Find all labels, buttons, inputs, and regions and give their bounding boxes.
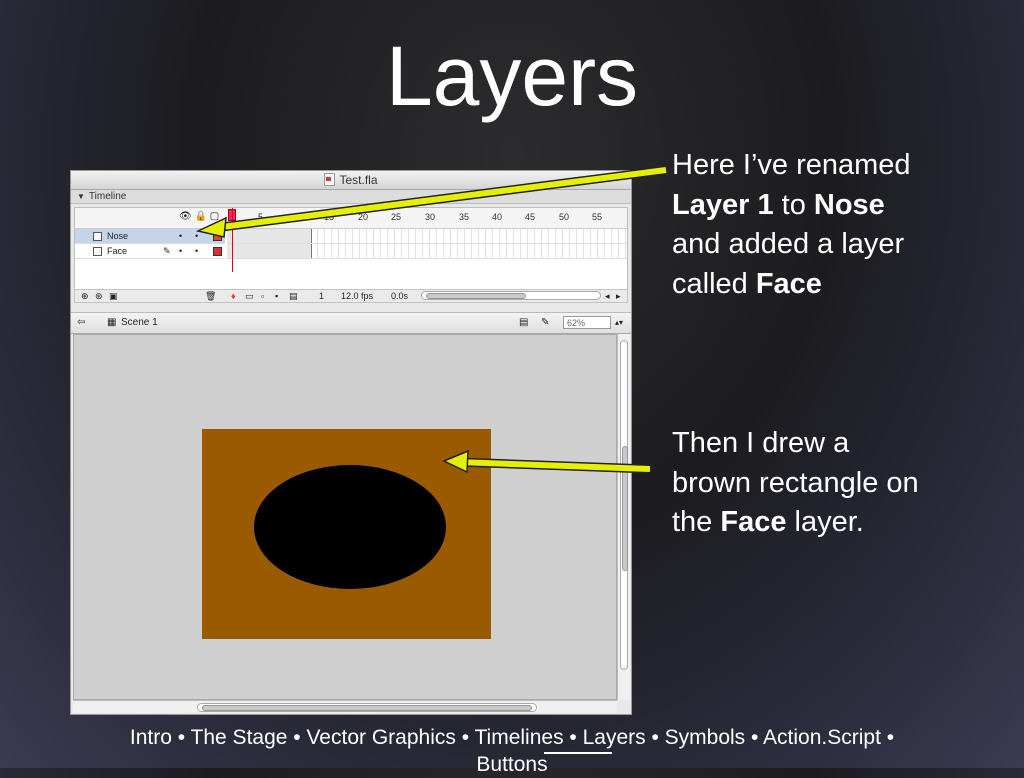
timeline-area: 👁 🔒 ▢ 5 10 15 20 25 30 35 40 45 50 55 No… — [74, 207, 628, 291]
edit-scene-icon[interactable]: ▤ — [519, 313, 528, 333]
scene-name[interactable]: Scene 1 — [121, 313, 158, 333]
current-frame: 1 — [319, 291, 325, 301]
lock-dot[interactable]: • — [195, 244, 198, 259]
layer-row-face[interactable]: Face ✎ • • — [75, 244, 627, 259]
callout-line: brown rectangle on — [672, 466, 919, 499]
edit-multiple-icon[interactable]: ▪ — [275, 290, 278, 302]
ruler-tick: 15 — [324, 212, 335, 222]
layer-name[interactable]: Face — [107, 246, 127, 256]
ruler-tick: 30 — [425, 212, 436, 222]
footer-nav-wrap[interactable]: Buttons — [0, 751, 1024, 778]
timeline-hscroll[interactable] — [421, 291, 601, 300]
scene-icon: ▦ — [107, 317, 117, 328]
slide-title: Layers — [385, 29, 639, 123]
callout-rectangle: Then I drew a brown rectangle on the Fac… — [672, 424, 919, 543]
callout-line: the Face layer. — [672, 503, 919, 543]
stage-vscroll[interactable] — [617, 334, 630, 700]
layer-name[interactable]: Nose — [107, 231, 128, 241]
onion-skin-icon[interactable]: ▭ — [245, 290, 254, 302]
ruler-tick: 45 — [525, 212, 536, 222]
timeline-label: Timeline — [88, 191, 127, 202]
visibility-dot[interactable]: • — [179, 229, 182, 244]
ruler-tick: 25 — [391, 212, 402, 222]
callout-text: called — [672, 267, 756, 300]
onion-outline-icon[interactable]: ▫ — [261, 290, 264, 302]
add-layer-icon[interactable]: ⊕ — [81, 290, 89, 302]
center-frame-icon[interactable]: ♦ — [231, 290, 236, 302]
callout-bold: Face — [720, 506, 787, 538]
flash-window: Test.fla ▼ Timeline 👁 🔒 ▢ 5 10 15 20 25 3… — [70, 170, 632, 715]
zoom-dropdown-icon[interactable]: ▴▾ — [615, 313, 623, 333]
callout-line: Here I’ve renamed — [672, 149, 911, 181]
playhead-line — [232, 208, 233, 272]
add-guide-icon[interactable]: ⊛ — [95, 290, 103, 302]
layer-row-nose[interactable]: Nose • • — [75, 229, 627, 244]
layer-icon — [93, 247, 102, 256]
document-icon — [324, 173, 336, 187]
ruler-tick: 35 — [459, 212, 470, 222]
ruler-tick: 40 — [492, 212, 503, 222]
scroll-left-icon[interactable]: ◂ — [605, 290, 610, 302]
layer-color-swatch[interactable] — [213, 232, 222, 241]
vscroll-thumb[interactable] — [622, 446, 628, 571]
callout-rename: Here I’ve renamed Layer 1 to Nose and ad… — [672, 146, 911, 304]
frame-rate: 12.0 fps — [341, 291, 374, 301]
edit-symbol-icon[interactable]: ✎ — [541, 313, 549, 333]
layer-visibility-icons[interactable]: 👁 🔒 ▢ — [179, 211, 219, 222]
onion-markers-icon[interactable]: ▤ — [289, 290, 298, 302]
ruler-tick: 50 — [559, 212, 570, 222]
callout-line: and added a layer — [672, 228, 905, 260]
pencil-icon: ✎ — [163, 246, 171, 256]
visibility-dot[interactable]: • — [179, 244, 182, 259]
callout-bold: Nose — [813, 188, 885, 221]
zoom-input[interactable]: 62% — [563, 316, 611, 329]
ruler-tick: 10 — [290, 212, 301, 222]
callout-text: the — [672, 506, 721, 538]
ruler-tick: 55 — [592, 212, 603, 222]
layer-icon — [93, 232, 102, 241]
layer-frames[interactable] — [227, 244, 627, 259]
callout-bold: Layer 1 — [672, 188, 774, 221]
layer-color-swatch[interactable] — [213, 247, 222, 256]
brown-rectangle[interactable] — [202, 429, 491, 639]
layer-frames[interactable] — [227, 229, 627, 244]
timeline-ruler[interactable]: 👁 🔒 ▢ 5 10 15 20 25 30 35 40 45 50 55 — [75, 208, 627, 229]
callout-line: Layer 1 to Nose — [672, 186, 911, 226]
slide-footer-nav: Intro • The Stage • Vector Graphics • Ti… — [0, 724, 1024, 778]
callout-text: to — [773, 188, 814, 221]
add-folder-icon[interactable]: ▣ — [109, 290, 118, 302]
stage[interactable] — [73, 334, 617, 700]
callout-text: layer. — [786, 506, 864, 538]
window-titlebar[interactable]: Test.fla — [71, 171, 631, 190]
trash-icon[interactable]: 🗑 — [205, 290, 216, 302]
footer-nav-line[interactable]: Intro • The Stage • Vector Graphics • Ti… — [0, 724, 1024, 751]
window-title: Test.fla — [339, 173, 378, 187]
back-arrow-icon[interactable]: ⇦ — [77, 313, 85, 333]
timeline-footer: ⊕ ⊛ ▣ 🗑 ♦ ▭ ▫ ▪ ▤ 1 12.0 fps 0.0s ◂ ▸ — [74, 289, 628, 303]
ruler-tick: 20 — [358, 212, 369, 222]
callout-bold: Face — [755, 267, 822, 300]
edit-bar: ⇦ ▦ Scene 1 ▤ ✎ 62% ▴▾ — [71, 312, 631, 334]
current-section-underline — [544, 752, 612, 754]
ruler-tick: 5 — [258, 212, 264, 222]
collapse-triangle-icon[interactable]: ▼ — [77, 192, 85, 201]
callout-line: Then I drew a — [672, 427, 850, 459]
elapsed-time: 0.0s — [391, 291, 409, 301]
callout-line: called Face — [672, 265, 911, 305]
stage-hscroll[interactable] — [73, 700, 617, 713]
black-ellipse[interactable] — [254, 465, 446, 589]
scroll-right-icon[interactable]: ▸ — [616, 290, 621, 302]
lock-dot[interactable]: • — [195, 229, 198, 244]
timeline-panel-header[interactable]: ▼ Timeline — [71, 190, 631, 204]
